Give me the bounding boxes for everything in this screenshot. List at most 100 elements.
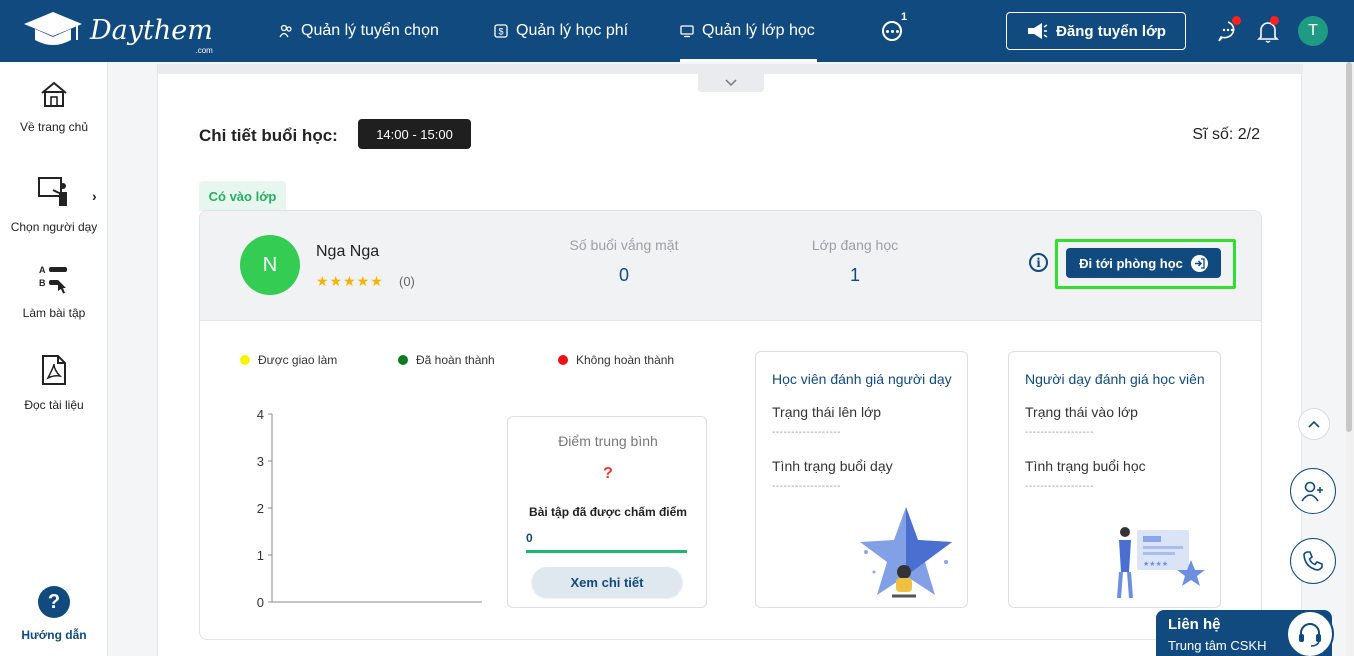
attendance-status-value: ------------------ xyxy=(1025,427,1094,438)
add-user-button[interactable] xyxy=(1290,468,1336,514)
svg-text:$: $ xyxy=(498,27,503,37)
pdf-icon xyxy=(42,355,66,385)
monitor-icon xyxy=(680,25,694,38)
sidebar-item-teacher-label: Chọn người dạy xyxy=(10,220,98,234)
teacher-evaluation-title: Người dạy đánh giá học viên xyxy=(1025,371,1205,387)
headset-icon xyxy=(1286,610,1334,656)
collapse-toggle[interactable] xyxy=(698,74,764,92)
sidebar-item-home-label: Về trang chủ xyxy=(19,120,89,134)
graded-progress-bar xyxy=(526,550,687,553)
nav-tuition[interactable]: $ Quản lý học phí xyxy=(494,0,628,62)
sidebar-item-home[interactable]: Về trang chủ xyxy=(0,80,108,134)
average-score-card: Điểm trung bình ? Bài tập đã được chấm đ… xyxy=(507,416,707,608)
session-time-badge: 14:00 - 15:00 xyxy=(358,119,471,149)
megaphone-icon xyxy=(1028,23,1048,39)
graded-exercises-count: 0 xyxy=(526,531,533,545)
review-illustration: ★★★★ xyxy=(1117,527,1205,599)
average-score-value: ? xyxy=(603,465,613,482)
post-class-button[interactable]: Đăng tuyển lớp xyxy=(1006,12,1186,50)
chart-y-tick-label: 0 xyxy=(257,595,264,610)
chevron-down-icon xyxy=(725,79,737,87)
call-button[interactable] xyxy=(1290,538,1336,584)
chat-notification-dot xyxy=(1232,16,1241,25)
nav-classes-label: Quản lý lớp học xyxy=(702,22,815,39)
contact-support-panel[interactable]: Liên hệ Trung tâm CSKH xyxy=(1156,610,1334,656)
go-to-room-label: Đi tới phòng học xyxy=(1079,255,1183,271)
learning-status-label: Tình trạng buổi học xyxy=(1025,458,1146,474)
svg-text:B: B xyxy=(39,278,46,288)
student-evaluation-card: Học viên đánh giá người dạy Trạng thái l… xyxy=(755,351,968,608)
logo-sub: .com xyxy=(195,45,213,55)
nav-recruitment-label: Quản lý tuyển chọn xyxy=(301,22,439,39)
post-class-label: Đăng tuyển lớp xyxy=(1056,22,1166,40)
tab-attended[interactable]: Có vào lớp xyxy=(199,181,286,211)
class-status-label: Trạng thái lên lớp xyxy=(772,404,882,420)
sidebar-item-documents[interactable]: Đọc tài liệu xyxy=(0,354,108,412)
logo-text: Daythem .com xyxy=(90,14,213,55)
attendance-status-label: Trạng thái vào lớp xyxy=(1025,404,1138,420)
absent-value: 0 xyxy=(618,265,629,285)
student-header: N Nga Nga ★★★★★ (0) Số buổi vắng mặt 0 L… xyxy=(200,211,1261,321)
more-menu-icon[interactable] xyxy=(882,21,902,41)
teaching-status-label: Tình trạng buổi dạy xyxy=(772,458,893,474)
legend-assigned-dot xyxy=(240,355,250,365)
teacher-board-icon xyxy=(38,177,67,206)
graduation-cap-icon xyxy=(24,12,82,45)
nav-recruitment[interactable]: Quản lý tuyển chọn xyxy=(279,0,439,62)
student-rating-count: (0) xyxy=(399,274,415,289)
info-icon[interactable]: i xyxy=(1029,253,1048,272)
legend-completed-dot xyxy=(398,355,408,365)
go-to-room-highlight: Đi tới phòng học xyxy=(1055,239,1236,289)
legend-completed: Đã hoàn thành xyxy=(398,353,495,367)
user-avatar[interactable]: T xyxy=(1298,16,1328,46)
enter-icon xyxy=(1190,254,1208,272)
student-card: N Nga Nga ★★★★★ (0) Số buổi vắng mặt 0 L… xyxy=(199,210,1262,640)
scrollbar-thumb[interactable] xyxy=(1346,62,1352,432)
legend-assigned: Được giao làm xyxy=(240,353,337,367)
sidebar-item-exercise[interactable]: AB Làm bài tập xyxy=(0,264,108,320)
bell-notification-dot xyxy=(1270,16,1279,25)
sidebar-item-help[interactable]: ? Hướng dẫn xyxy=(0,586,108,642)
star-rating-illustration xyxy=(860,507,952,598)
logo[interactable]: Daythem .com xyxy=(22,10,213,55)
legend-incomplete: Không hoàn thành xyxy=(558,353,674,367)
graded-exercises-label: Bài tập đã được chấm điểm xyxy=(529,505,687,519)
view-detail-button[interactable]: Xem chi tiết xyxy=(532,567,682,597)
average-score-title: Điểm trung bình xyxy=(558,433,658,449)
legend-incomplete-label: Không hoàn thành xyxy=(576,353,675,367)
go-to-room-button[interactable]: Đi tới phòng học xyxy=(1066,248,1221,278)
top-strip xyxy=(158,64,1303,74)
users-icon xyxy=(279,24,292,38)
chart-y-tick-label: 4 xyxy=(257,407,264,422)
nav-classes[interactable]: Quản lý lớp học xyxy=(680,0,817,62)
more-count-badge: 1 xyxy=(901,11,908,23)
scrollbar[interactable] xyxy=(1346,62,1354,656)
teacher-evaluation-card: Người dạy đánh giá học viên Trạng thái v… xyxy=(1008,351,1221,608)
chart-y-tick-label: 1 xyxy=(257,548,264,563)
chevron-right-icon[interactable]: › xyxy=(92,188,97,204)
help-icon: ? xyxy=(38,586,70,618)
chart-y-tick-label: 3 xyxy=(257,454,264,469)
contact-title: Liên hệ xyxy=(1168,616,1221,633)
sidebar-item-documents-label: Đọc tài liệu xyxy=(24,398,84,412)
absent-label: Số buổi vắng mặt xyxy=(569,237,679,253)
sidebar: Về trang chủ Chọn người dạy › AB Làm bài… xyxy=(0,62,108,656)
page-title: Chi tiết buổi học: xyxy=(199,126,338,145)
phone-icon xyxy=(1303,551,1323,571)
quiz-icon: AB xyxy=(39,265,67,294)
class-status-value: ------------------ xyxy=(772,427,841,438)
sidebar-item-teacher[interactable]: Chọn người dạy xyxy=(0,176,108,234)
add-user-icon xyxy=(1301,481,1323,502)
student-rating-stars: ★★★★★ xyxy=(316,273,384,289)
classes-value: 1 xyxy=(849,265,860,285)
scroll-to-top-button[interactable] xyxy=(1298,408,1330,440)
legend-assigned-label: Được giao làm xyxy=(258,353,338,367)
teaching-status-value: ------------------ xyxy=(772,481,841,492)
attendance-count: Sĩ số: 2/2 xyxy=(1192,126,1260,143)
chart-y-tick-label: 2 xyxy=(257,501,264,516)
svg-text:★★★★: ★★★★ xyxy=(1143,560,1168,568)
session-detail-panel: Chi tiết buổi học: 14:00 - 15:00 Sĩ số: … xyxy=(157,64,1303,656)
chevron-up-icon xyxy=(1308,420,1320,428)
nav-tuition-label: Quản lý học phí xyxy=(516,22,629,39)
sidebar-item-help-label: Hướng dẫn xyxy=(21,628,87,642)
